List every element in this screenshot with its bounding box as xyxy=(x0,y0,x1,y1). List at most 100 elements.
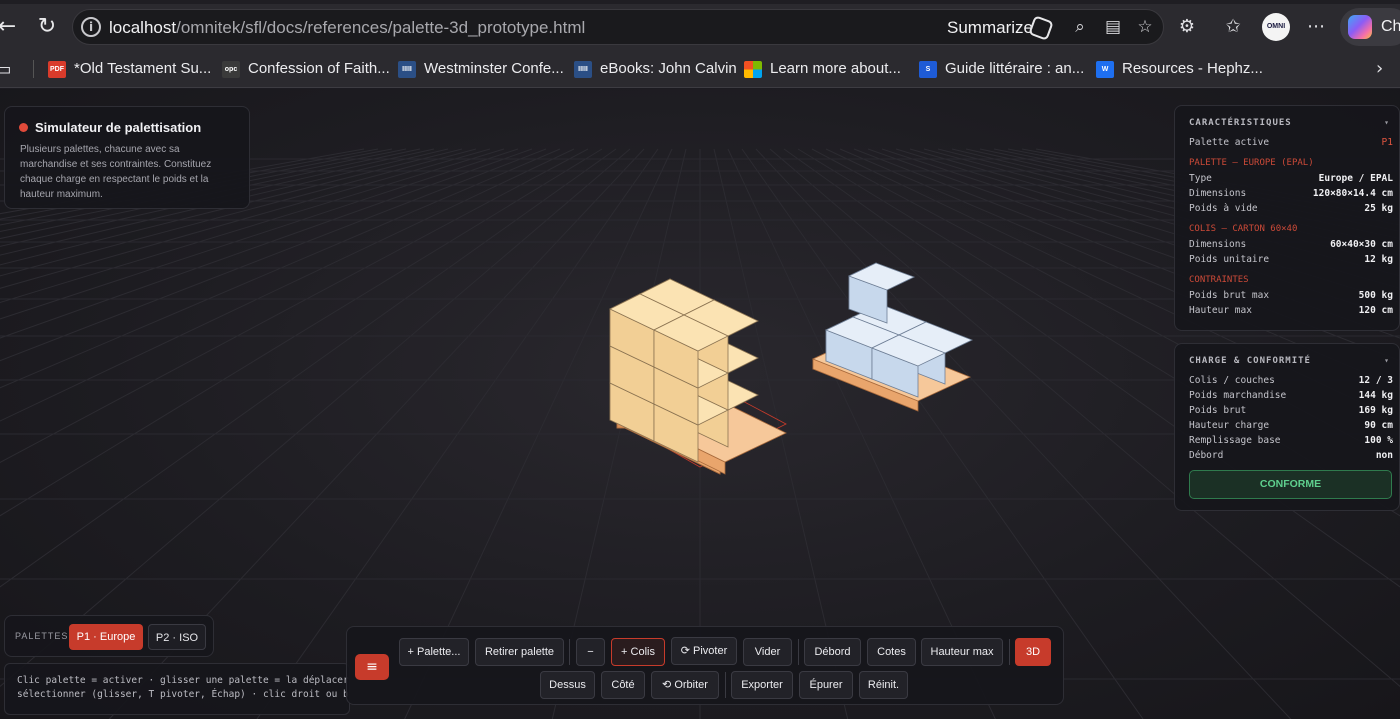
help-hints: Clic palette = activer · glisser une pal… xyxy=(4,663,350,715)
microsoft-icon xyxy=(744,61,762,78)
opc-icon: opc xyxy=(222,61,240,78)
extensions-icon[interactable]: ⚙ xyxy=(1174,14,1200,40)
remove-colis-button[interactable]: − xyxy=(576,638,605,666)
palette-spec-row: Type Europe / EPAL xyxy=(1189,173,1393,187)
collapse-characteristics-icon[interactable]: ▾ xyxy=(1384,118,1389,127)
pallet-p2-iso[interactable] xyxy=(811,262,974,412)
bookmark-label: Resources - Hephz... xyxy=(1122,60,1263,77)
export-button[interactable]: Exporter xyxy=(731,671,793,699)
palette-spec-row-value: Europe / EPAL xyxy=(1318,173,1393,184)
palettes-label: PALETTES xyxy=(15,631,69,641)
active-palette-row: Palette active P1 xyxy=(1189,137,1393,151)
url-host: localhost xyxy=(109,18,177,37)
profile-avatar[interactable]: OMNI xyxy=(1262,13,1290,41)
charge-row-value: 90 cm xyxy=(1364,420,1393,431)
charge-row-value: 144 kg xyxy=(1358,390,1393,401)
charge-row-value: non xyxy=(1375,450,1393,461)
s-icon: S xyxy=(919,61,937,78)
max-height-button[interactable]: Hauteur max xyxy=(921,638,1003,666)
remove-palette-button[interactable]: Retirer palette xyxy=(475,638,564,666)
simulator-title: Simulateur de palettisation xyxy=(35,120,202,135)
simulator-description: Plusieurs palettes, chacune avec sa marc… xyxy=(20,144,212,200)
toolbar-divider xyxy=(725,672,726,698)
constraint-row-value: 500 kg xyxy=(1358,290,1393,301)
active-palette-value: P1 xyxy=(1381,137,1393,148)
reader-view-icon[interactable]: ▤ xyxy=(1102,16,1124,38)
palette-spec-row-value: 25 kg xyxy=(1364,203,1393,214)
pallet-p1-europe[interactable] xyxy=(609,278,787,475)
url-text[interactable]: localhost/omnitek/sfl/docs/references/pa… xyxy=(109,18,585,38)
rotate-button[interactable]: ⟳ Pivoter xyxy=(671,637,737,665)
bookmark-label: *Old Testament Su... xyxy=(74,60,212,77)
orbit-button[interactable]: ⟲ Orbiter xyxy=(651,671,719,699)
add-colis-button[interactable]: + Colis xyxy=(611,638,665,666)
reload-icon[interactable]: ↻ xyxy=(34,14,60,40)
w-icon: W xyxy=(1096,61,1114,78)
bookmark-label: Confession of Faith... xyxy=(248,60,390,77)
bookmark-label: Learn more about... xyxy=(770,60,901,77)
palette-tab-p2[interactable]: P2 · ISO xyxy=(148,624,206,650)
palette-tab-p1[interactable]: P1 · Europe xyxy=(69,624,143,650)
colis-spec-row-value: 12 kg xyxy=(1364,254,1393,265)
palette-spec-row-label: Dimensions xyxy=(1189,188,1247,199)
colis-spec-row-label: Poids unitaire xyxy=(1189,254,1270,265)
more-menu-icon[interactable]: ⋯ xyxy=(1303,14,1329,40)
wts-icon: IIIII xyxy=(398,61,416,78)
overhang-button[interactable]: Débord xyxy=(804,638,861,666)
palette-spec-row: Dimensions 120×80×14.4 cm xyxy=(1189,188,1393,202)
palette-spec-row-label: Poids à vide xyxy=(1189,203,1258,214)
help-line-1: Clic palette = activer · glisser une pal… xyxy=(17,675,350,686)
bookmarks-divider xyxy=(33,60,34,78)
bookmark-label: eBooks: John Calvin xyxy=(600,60,737,77)
charge-row: Colis / couches 12 / 3 xyxy=(1189,375,1393,389)
reset-button[interactable]: Réinit. xyxy=(859,671,908,699)
summarize-button[interactable]: Summarize xyxy=(947,18,1033,38)
3d-viewport[interactable]: Simulateur de palettisation Plusieurs pa… xyxy=(0,89,1400,719)
side-view-button[interactable]: Côté xyxy=(601,671,645,699)
palette-spec-row-value: 120×80×14.4 cm xyxy=(1312,188,1393,199)
charge-row-value: 12 / 3 xyxy=(1358,375,1393,386)
empty-button[interactable]: Vider xyxy=(743,638,792,666)
toolbar-divider xyxy=(798,639,799,665)
colis-spec-row-label: Dimensions xyxy=(1189,239,1247,250)
zoom-icon[interactable]: ⌕ xyxy=(1069,16,1091,38)
constraint-row-value: 120 cm xyxy=(1358,305,1393,316)
charge-row-label: Hauteur charge xyxy=(1189,420,1270,431)
favorites-icon[interactable]: ✩ xyxy=(1220,14,1246,40)
back-arrow-icon[interactable]: ← xyxy=(0,14,20,40)
favorite-star-icon[interactable]: ☆ xyxy=(1134,16,1156,38)
characteristics-heading: CARACTÉRISTIQUES xyxy=(1189,118,1292,128)
bookmark-label: Guide littéraire : an... xyxy=(945,60,1085,77)
url-path: /omnitek/sfl/docs/references/palette-3d_… xyxy=(176,18,586,37)
active-palette-label: Palette active xyxy=(1189,137,1270,148)
view-3d-button[interactable]: 3D xyxy=(1015,638,1051,666)
charge-row: Poids brut 169 kg xyxy=(1189,405,1393,419)
pdf-icon: PDF xyxy=(48,61,66,78)
top-view-button[interactable]: Dessus xyxy=(540,671,595,699)
add-palette-button[interactable]: + Palette... xyxy=(399,638,469,666)
copilot-button[interactable]: Cha xyxy=(1340,8,1400,46)
constraints-section-heading: CONTRAINTES xyxy=(1189,275,1249,285)
clean-button[interactable]: Épurer xyxy=(799,671,853,699)
help-line-2: sélectionner (glisser, T pivoter, Échap)… xyxy=(17,689,350,700)
palette-section-heading: PALETTE — EUROPE (EPAL) xyxy=(1189,158,1314,168)
site-info-icon[interactable]: i xyxy=(81,17,101,37)
wts-icon: IIIII xyxy=(574,61,592,78)
charge-row-label: Remplissage base xyxy=(1189,435,1281,446)
bookmarks-overflow-chevron-icon[interactable]: › xyxy=(1376,58,1383,79)
address-bar[interactable]: i localhost/omnitek/sfl/docs/references/… xyxy=(72,9,1164,45)
copilot-label: Cha xyxy=(1381,18,1400,35)
bookmark-label: Westminster Confe... xyxy=(424,60,564,77)
dimensions-button[interactable]: Cotes xyxy=(867,638,916,666)
colis-spec-row: Dimensions 60×40×30 cm xyxy=(1189,239,1393,253)
sidebar-toggle-icon[interactable]: ▭ xyxy=(0,57,16,83)
charge-row-label: Poids brut xyxy=(1189,405,1247,416)
menu-hamburger-icon[interactable]: ≡ xyxy=(355,654,389,680)
action-toolbar: ≡ + Palette... Retirer palette − + Colis… xyxy=(346,626,1064,705)
charge-row: Hauteur charge 90 cm xyxy=(1189,420,1393,434)
constraint-row: Poids brut max 500 kg xyxy=(1189,290,1393,304)
charge-row-value: 169 kg xyxy=(1358,405,1393,416)
conformity-status-badge: CONFORME xyxy=(1189,470,1392,499)
collapse-charge-icon[interactable]: ▾ xyxy=(1384,356,1389,365)
constraint-row-label: Hauteur max xyxy=(1189,305,1252,316)
